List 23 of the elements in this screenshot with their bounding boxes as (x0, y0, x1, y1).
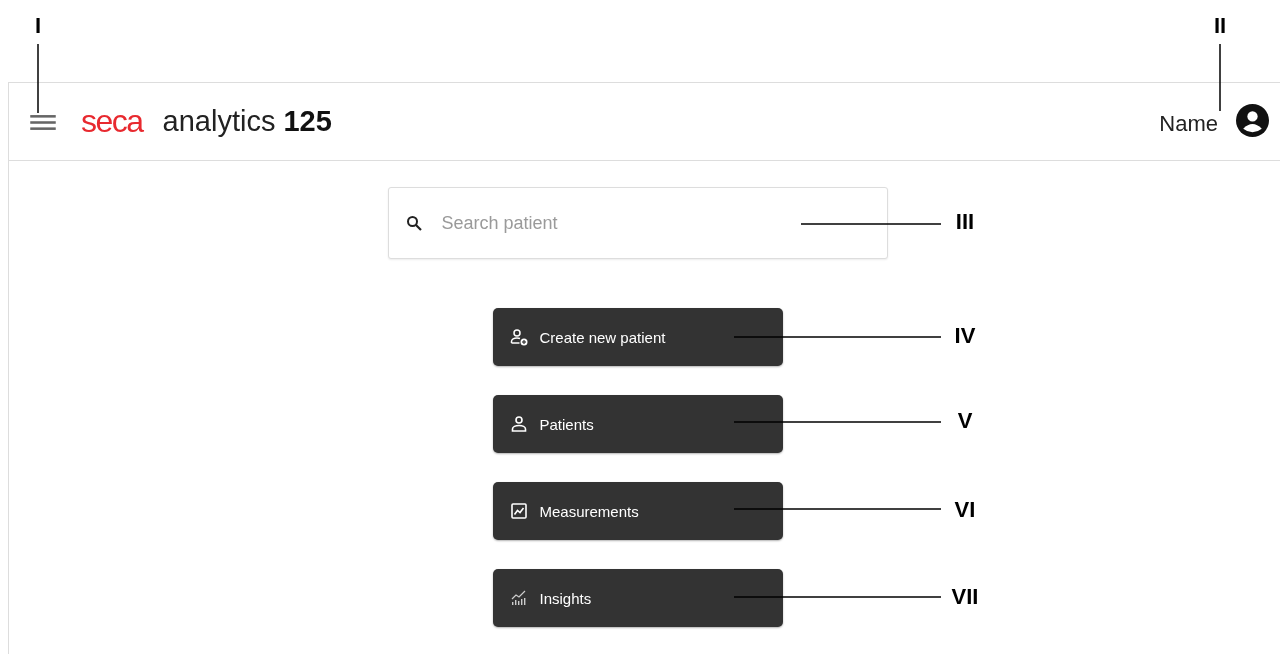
person-icon (509, 415, 528, 433)
bar-chart-icon (509, 589, 528, 607)
callout-label: IV (954, 325, 976, 347)
menu-button[interactable]: Create new patient (492, 308, 783, 366)
callout-label: VII (951, 586, 979, 608)
menu-icon[interactable] (30, 114, 56, 131)
user-name: Name (1159, 110, 1218, 137)
menu-button[interactable]: Patients (492, 395, 783, 453)
chart-icon (509, 502, 528, 520)
account-icon[interactable] (1236, 104, 1269, 137)
callout-label: III (955, 211, 975, 233)
leader-line (1219, 44, 1221, 111)
callout-label: I (34, 15, 42, 37)
leader-line (37, 44, 39, 113)
person-add-icon (509, 328, 528, 346)
app-title: analytics 125 (162, 105, 332, 138)
callout-label: V (957, 410, 973, 432)
logo: seca (81, 103, 143, 140)
menu-button[interactable]: Measurements (492, 482, 783, 540)
menu-button[interactable]: Insights (492, 569, 783, 627)
callout-label: II (1213, 15, 1227, 37)
callout-label: VI (954, 499, 976, 521)
search-field[interactable]: Search patient (387, 187, 888, 259)
